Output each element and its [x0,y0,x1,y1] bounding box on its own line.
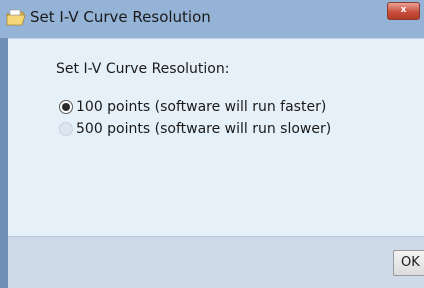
title-bar[interactable]: Set I-V Curve Resolution x [0,0,424,38]
dialog-footer [8,236,424,288]
ok-button[interactable]: OK [393,250,424,276]
radio-unselected-icon[interactable] [59,122,73,136]
folder-icon [6,9,26,26]
window-title: Set I-V Curve Resolution [30,8,211,26]
dialog-window: Set I-V Curve Resolution x Set I-V Curve… [0,0,424,288]
radio-selected-icon[interactable] [59,100,73,114]
radio-option-500-points[interactable]: 500 points (software will run slower) [59,120,331,138]
resolution-prompt: Set I-V Curve Resolution: [56,61,230,77]
close-icon: x [400,5,407,15]
radio-option-label[interactable]: 500 points (software will run slower) [76,121,331,137]
radio-option-100-points[interactable]: 100 points (software will run faster) [59,98,326,116]
close-button[interactable]: x [387,2,420,20]
radio-option-label[interactable]: 100 points (software will run faster) [76,99,326,115]
